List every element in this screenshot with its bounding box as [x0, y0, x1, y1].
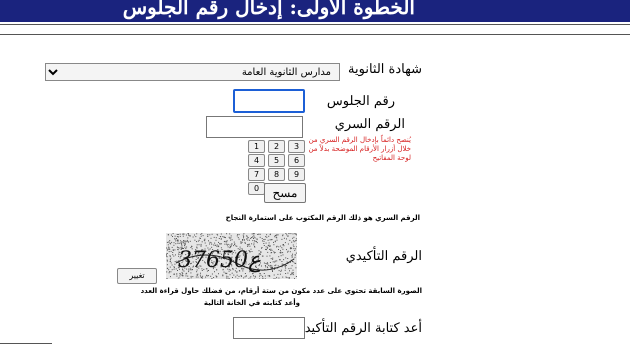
page-title: الخطوة الأولى: إدخال رقم الجلوس [122, 0, 415, 19]
captcha-note-line2: وأعد كتابته في الخانة التالية [203, 299, 300, 307]
secret-number-hint: الرقم السري هو ذلك الرقم المكتوب على است… [225, 214, 420, 222]
keypad-key-5[interactable]: 5 [268, 154, 285, 167]
retype-captcha-label: أعد كتابة الرقم التأكيدي [294, 321, 422, 336]
keypad-key-6[interactable]: 6 [288, 154, 305, 167]
secret-number-label: الرقم السري [334, 117, 405, 132]
change-captcha-button[interactable]: تغيير [117, 268, 157, 284]
keypad-key-3[interactable]: 3 [288, 140, 305, 153]
seat-number-input[interactable] [233, 89, 305, 113]
divider [0, 34, 630, 35]
certificate-label: شهادة الثانوية [348, 62, 422, 77]
seat-number-label: رقم الجلوس [326, 94, 395, 109]
certificate-select[interactable]: مدارس الثانوية العامة [45, 63, 340, 81]
retype-captcha-input[interactable] [233, 317, 305, 339]
captcha-image: 37ع650 [166, 233, 298, 280]
header-bar: الخطوة الأولى: إدخال رقم الجلوس [0, 0, 630, 22]
captcha-label: الرقم التأكيدي [345, 249, 422, 264]
clear-button[interactable]: مسح [264, 183, 306, 203]
keypad-advice-note: يُنصح دائماً بإدخال الرقم السري من خلال … [308, 136, 411, 162]
keypad-key-0[interactable]: 0 [248, 182, 265, 195]
divider [0, 343, 52, 344]
keypad-key-7[interactable]: 7 [248, 168, 265, 181]
keypad-key-8[interactable]: 8 [268, 168, 285, 181]
keypad-key-9[interactable]: 9 [288, 168, 305, 181]
divider [0, 24, 630, 25]
captcha-note-line1: الصورة السابقة تحتوي على عدد مكون من ستة… [140, 287, 422, 295]
secret-number-input[interactable] [206, 116, 303, 138]
captcha-text: 37ع650 [178, 248, 261, 273]
captcha-noise: 37ع650 [166, 233, 298, 280]
keypad-key-4[interactable]: 4 [248, 154, 265, 167]
keypad-key-1[interactable]: 1 [248, 140, 265, 153]
keypad-key-2[interactable]: 2 [268, 140, 285, 153]
